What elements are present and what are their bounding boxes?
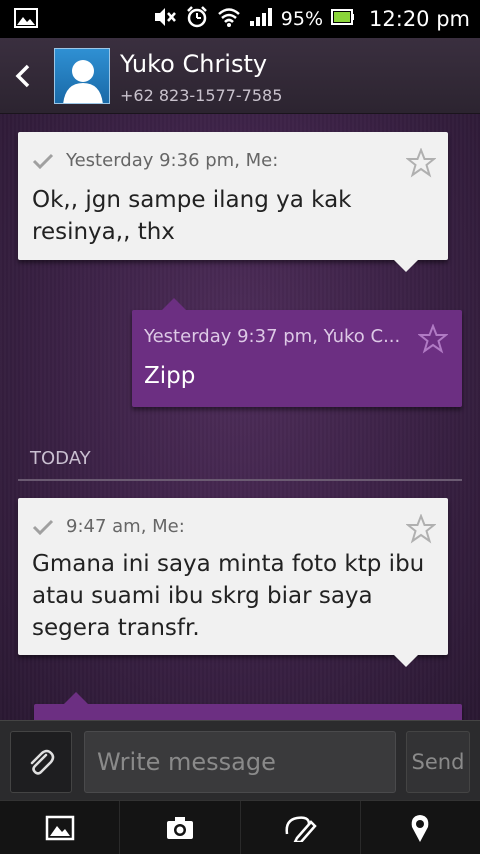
message-list[interactable]: Yesterday 9:36 pm, Me: Ok,, jgn sampe il… (0, 114, 480, 720)
star-icon[interactable] (406, 514, 436, 544)
date-divider-line (18, 479, 462, 481)
location-button[interactable] (361, 801, 480, 854)
message-line: Ok,, jgn sampe ilang ya kak (32, 187, 352, 213)
message-text: Gmana ini saya minta foto ktp ibu atau s… (32, 548, 424, 644)
message-line: Gmana ini saya minta foto ktp ibu (32, 551, 425, 577)
message-bubble-incoming[interactable]: Yesterday 9:37 pm, Yuko C... Zipp (132, 298, 462, 407)
check-icon (32, 153, 54, 169)
clock: 12:20 pm (369, 7, 470, 31)
message-bubble-incoming-partial[interactable] (34, 692, 462, 720)
insert-image-button[interactable] (0, 801, 121, 854)
message-line: atau suami ibu skrg biar saya (32, 583, 373, 609)
back-button[interactable] (10, 60, 38, 92)
mute-icon (153, 6, 177, 32)
contact-number: +62 823-1577-7585 (120, 86, 283, 105)
star-icon[interactable] (418, 324, 448, 354)
message-input[interactable] (84, 731, 396, 793)
attach-button[interactable] (10, 731, 72, 793)
wifi-icon (217, 7, 241, 31)
message-meta: Yesterday 9:37 pm, Yuko C... (144, 326, 401, 347)
bubble-tail (394, 260, 418, 272)
contact-name: Yuko Christy (120, 50, 268, 78)
sketch-icon (285, 815, 317, 842)
message-meta: Yesterday 9:36 pm, Me: (66, 150, 279, 171)
conversation-header: Yuko Christy +62 823-1577-7585 (0, 38, 480, 114)
message-bubble-outgoing[interactable]: Yesterday 9:36 pm, Me: Ok,, jgn sampe il… (18, 132, 448, 272)
message-line: segera transfr. (32, 615, 200, 641)
sketch-button[interactable] (241, 801, 361, 854)
messaging-screen: 95% 12:20 pm Yuko Christy +62 823-1577-7… (0, 0, 480, 854)
bubble-tail (394, 655, 418, 667)
send-button[interactable]: Send (406, 731, 470, 793)
star-icon[interactable] (406, 148, 436, 178)
message-text: Ok,, jgn sampe ilang ya kak resinya,, th… (32, 184, 351, 248)
alarm-icon (185, 5, 209, 33)
image-icon (45, 815, 74, 840)
signal-icon (249, 7, 273, 31)
paperclip-icon (30, 749, 55, 775)
location-pin-icon (412, 814, 429, 842)
contact-avatar[interactable] (54, 48, 110, 104)
message-bubble-outgoing[interactable]: 9:47 am, Me: Gmana ini saya minta foto k… (18, 498, 448, 667)
message-meta: 9:47 am, Me: (66, 516, 185, 537)
camera-button[interactable] (120, 801, 241, 854)
attachment-toolbar (0, 800, 480, 854)
message-composer: Send (0, 720, 480, 800)
message-line: resinya,, thx (32, 219, 175, 245)
bubble-tail (162, 298, 186, 310)
gallery-notification-icon (14, 8, 38, 32)
battery-icon (331, 9, 355, 29)
bubble-tail (64, 692, 88, 704)
message-line: Zipp (144, 363, 196, 389)
camera-icon (166, 816, 193, 839)
battery-percentage: 95% (280, 8, 324, 30)
chevron-left-icon (15, 64, 30, 88)
message-text: Zipp (144, 360, 195, 392)
person-silhouette-icon (63, 60, 103, 103)
check-icon (32, 519, 54, 535)
status-bar: 95% 12:20 pm (0, 0, 480, 38)
date-divider-label: TODAY (30, 448, 91, 469)
